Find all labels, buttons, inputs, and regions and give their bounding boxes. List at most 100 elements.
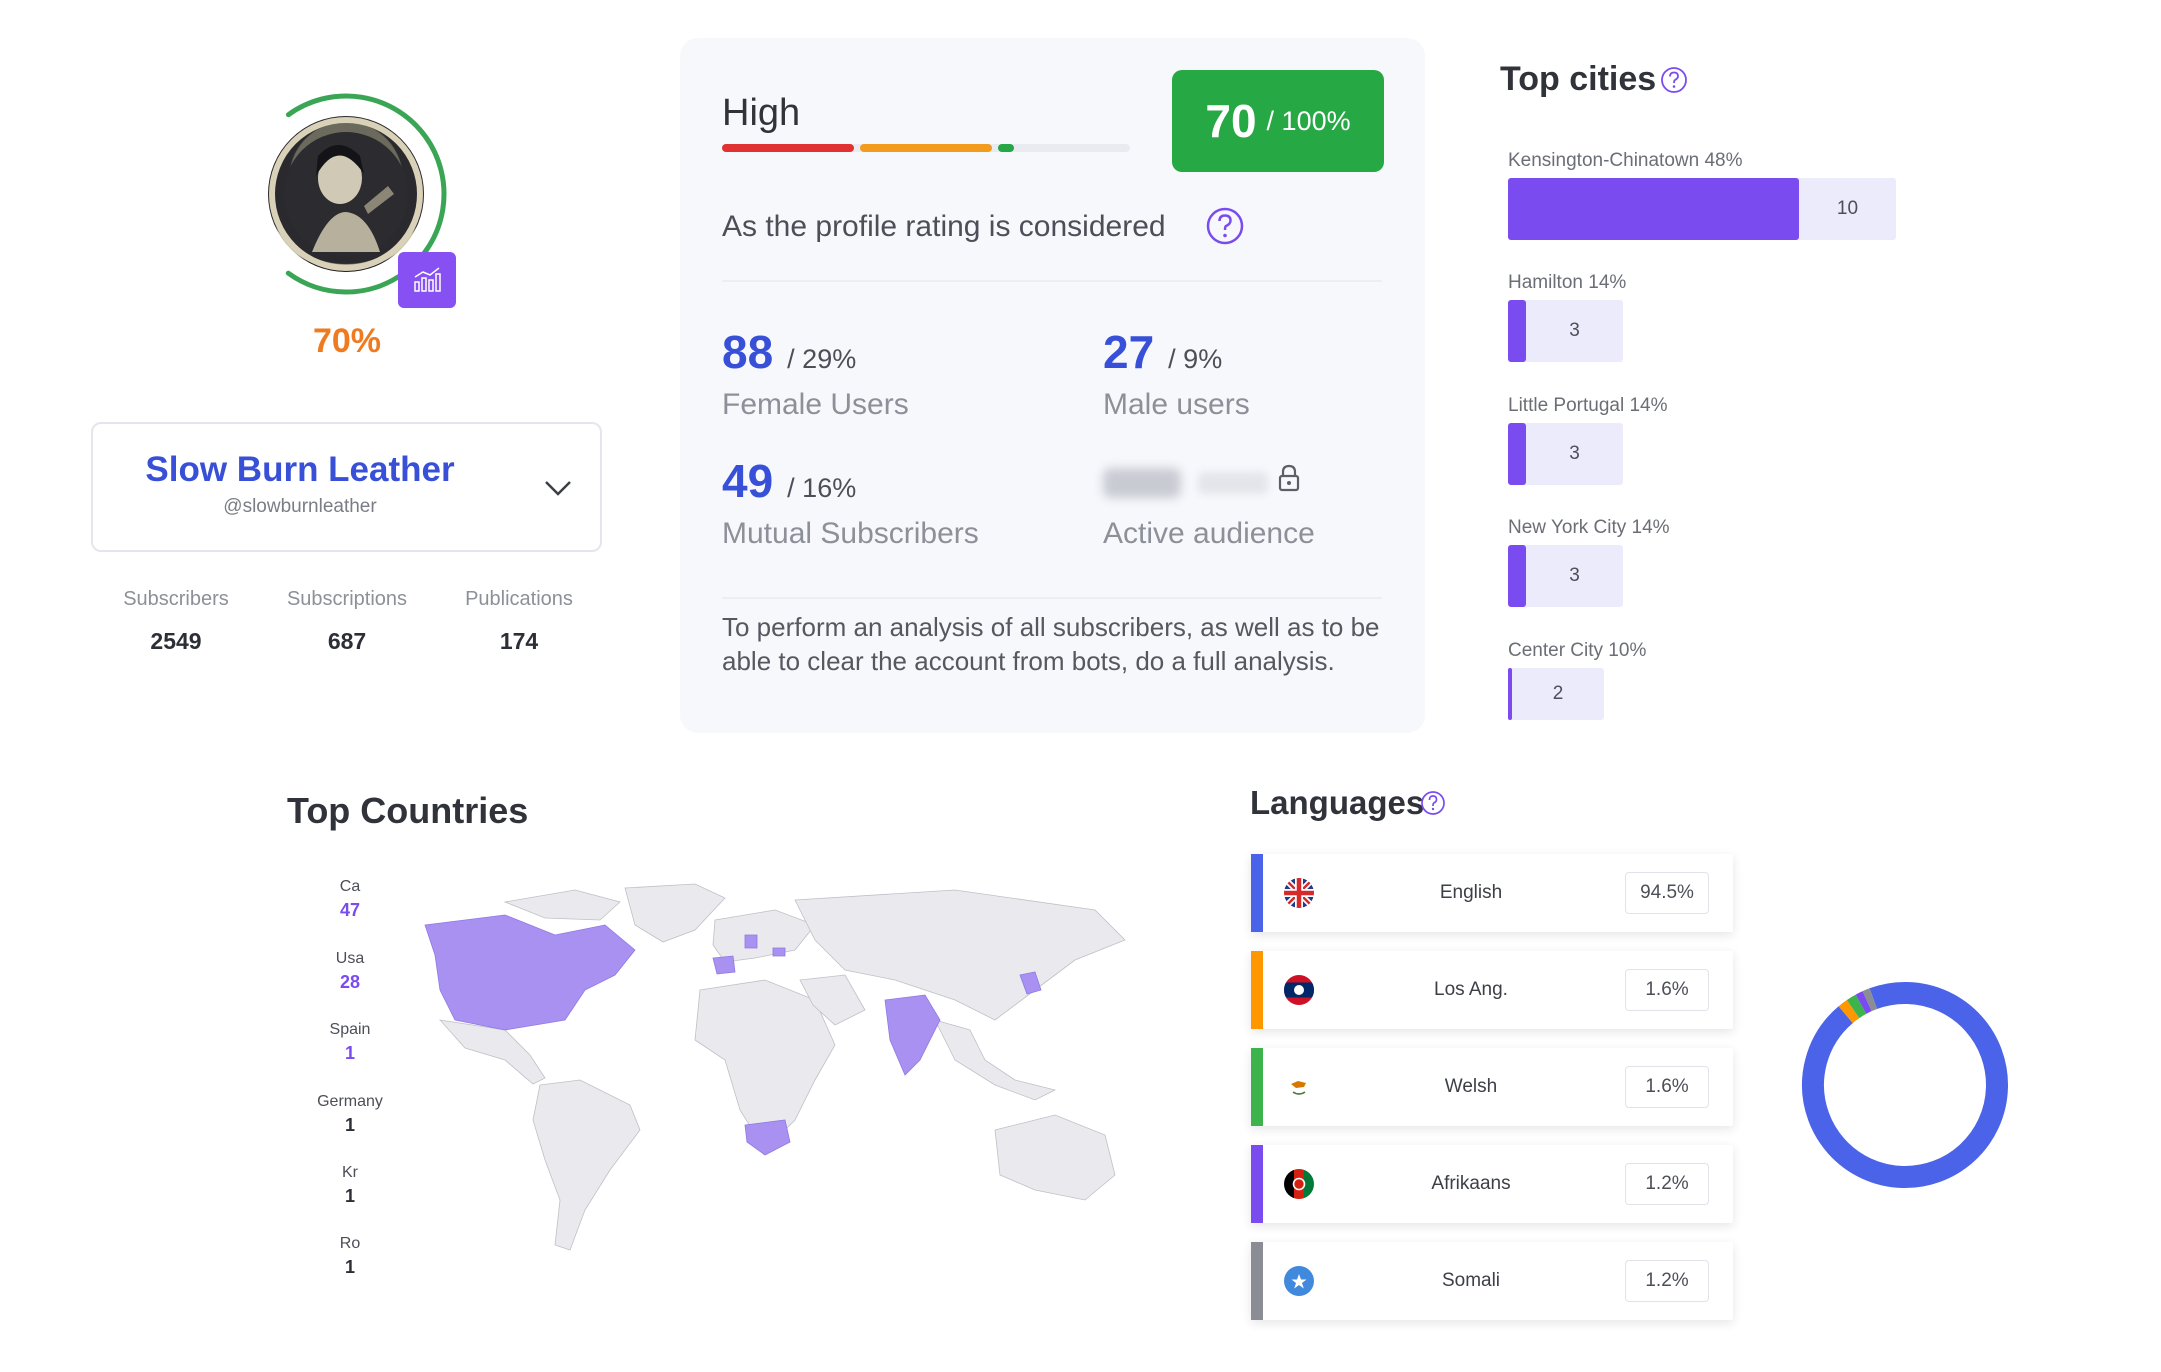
lock-icon[interactable] bbox=[1276, 463, 1302, 493]
somalia-flag-icon bbox=[1284, 1266, 1314, 1296]
city-bar-fill bbox=[1508, 423, 1526, 485]
country-name: Ca bbox=[339, 878, 361, 895]
divider bbox=[722, 280, 1382, 282]
score-badge: 70 / 100% bbox=[1172, 70, 1384, 172]
language-color-stripe bbox=[1251, 1145, 1263, 1223]
city-label: Kensington-Chinatown 48% bbox=[1508, 150, 1743, 171]
female-users-label: Female Users bbox=[722, 388, 909, 421]
donut-slice-somali bbox=[1802, 982, 2008, 1188]
language-percent: 94.5% bbox=[1625, 872, 1709, 914]
map-region-romania bbox=[772, 947, 786, 957]
map-region-southeast-asia bbox=[934, 1019, 1057, 1101]
language-name: English bbox=[1439, 882, 1503, 903]
map-region-arctic-islands bbox=[503, 889, 621, 921]
city-count: 3 bbox=[1569, 443, 1580, 464]
language-percent: 1.2% bbox=[1625, 1163, 1709, 1205]
uk-flag-icon bbox=[1284, 878, 1314, 908]
donut-slice-los-ang bbox=[1802, 982, 2008, 1188]
language-name: Welsh bbox=[1444, 1076, 1498, 1097]
world-map[interactable] bbox=[395, 880, 1185, 1265]
city-bar: 3 bbox=[1508, 423, 1623, 485]
language-row: Los Ang. 1.6% bbox=[1251, 951, 1733, 1029]
cyprus-flag-icon bbox=[1284, 1072, 1314, 1102]
language-percent: 1.2% bbox=[1625, 1260, 1709, 1302]
city-bar: 3 bbox=[1508, 300, 1623, 362]
donut-slice-welsh bbox=[1802, 982, 2008, 1188]
language-percent: 1.6% bbox=[1625, 969, 1709, 1011]
language-color-stripe bbox=[1251, 1242, 1263, 1320]
country-value: 1 bbox=[344, 1257, 355, 1277]
country-name: Usa bbox=[335, 950, 365, 967]
donut-slice-afrikaans bbox=[1802, 982, 2008, 1188]
city-bar: 10 bbox=[1508, 178, 1896, 240]
profile-rating-percent: 70% bbox=[312, 322, 382, 360]
top-cities-title: Top cities bbox=[1500, 60, 1657, 98]
subscribers-label: Subscribers bbox=[123, 588, 229, 610]
mutual-subscribers-percent: / 16% bbox=[787, 473, 857, 503]
map-region-north-america bbox=[424, 914, 636, 1031]
help-icon[interactable] bbox=[1420, 790, 1446, 816]
help-icon[interactable] bbox=[1660, 66, 1688, 94]
publications-label: Publications bbox=[465, 588, 573, 610]
language-color-stripe bbox=[1251, 854, 1263, 932]
city-bar-fill bbox=[1508, 545, 1526, 607]
map-region-south-america bbox=[532, 1079, 641, 1251]
language-row: Somali 1.2% bbox=[1251, 1242, 1733, 1320]
city-bar-fill bbox=[1508, 178, 1799, 240]
city-count: 3 bbox=[1569, 320, 1580, 341]
language-row: Afrikaans 1.2% bbox=[1251, 1145, 1733, 1223]
language-name: Los Ang. bbox=[1434, 979, 1508, 1000]
country-name: Spain bbox=[329, 1021, 371, 1038]
afghanistan-flag-icon bbox=[1284, 1169, 1314, 1199]
male-users-label: Male users bbox=[1103, 388, 1250, 421]
help-icon[interactable] bbox=[1205, 206, 1245, 246]
language-color-stripe bbox=[1251, 951, 1263, 1029]
active-audience-hidden-percent bbox=[1198, 472, 1268, 494]
male-users-count: 27 bbox=[1103, 326, 1155, 378]
score-total: / 100% bbox=[1266, 105, 1351, 136]
rating-level: High bbox=[722, 92, 801, 134]
city-label: New York City 14% bbox=[1508, 517, 1670, 538]
city-count: 10 bbox=[1836, 198, 1859, 219]
map-region-india bbox=[884, 994, 941, 1076]
mutual-subscribers-metric: 49 / 16% bbox=[722, 454, 856, 508]
city-count: 3 bbox=[1569, 565, 1580, 586]
account-handle: @slowburnleather bbox=[223, 496, 377, 517]
city-label: Hamilton 14% bbox=[1508, 272, 1627, 293]
map-region-australia bbox=[994, 1114, 1116, 1201]
language-row: Welsh 1.6% bbox=[1251, 1048, 1733, 1126]
city-bar-fill bbox=[1508, 300, 1526, 362]
language-row: English 94.5% bbox=[1251, 854, 1733, 932]
top-countries-title: Top Countries bbox=[287, 790, 529, 831]
mutual-subscribers-count: 49 bbox=[722, 455, 774, 507]
chevron-down-icon[interactable] bbox=[540, 470, 576, 506]
mutual-subscribers-label: Mutual Subscribers bbox=[722, 517, 979, 550]
subscribers-value: 2549 bbox=[150, 628, 202, 654]
account-name: Slow Burn Leather bbox=[145, 450, 455, 489]
bar-chart-icon bbox=[414, 267, 441, 292]
rating-description: As the profile rating is considered bbox=[722, 210, 1166, 243]
subscriptions-label: Subscriptions bbox=[286, 588, 408, 610]
map-region-europe bbox=[712, 909, 816, 963]
active-audience-label: Active audience bbox=[1103, 517, 1315, 550]
country-value: 47 bbox=[339, 900, 361, 920]
country-name: Ro bbox=[339, 1235, 361, 1252]
map-region-central-america bbox=[438, 1019, 546, 1085]
rating-level-bar bbox=[722, 144, 1130, 152]
map-region-south-africa bbox=[744, 1119, 791, 1156]
language-name: Somali bbox=[1441, 1270, 1501, 1291]
country-value: 1 bbox=[344, 1115, 355, 1135]
male-users-metric: 27 / 9% bbox=[1103, 325, 1222, 379]
language-name: Afrikaans bbox=[1431, 1173, 1511, 1194]
city-label: Little Portugal 14% bbox=[1508, 395, 1668, 416]
city-count: 2 bbox=[1552, 683, 1564, 704]
languages-title: Languages bbox=[1250, 784, 1425, 821]
stats-button[interactable] bbox=[398, 252, 456, 308]
analysis-note: To perform an analysis of all subscriber… bbox=[722, 612, 1380, 676]
country-name: Kr bbox=[342, 1164, 358, 1181]
map-region-germany bbox=[744, 934, 758, 949]
country-value: 1 bbox=[344, 1043, 355, 1063]
active-audience-hidden-count bbox=[1103, 468, 1181, 498]
map-region-greenland bbox=[624, 883, 726, 943]
publications-value: 174 bbox=[499, 628, 539, 654]
